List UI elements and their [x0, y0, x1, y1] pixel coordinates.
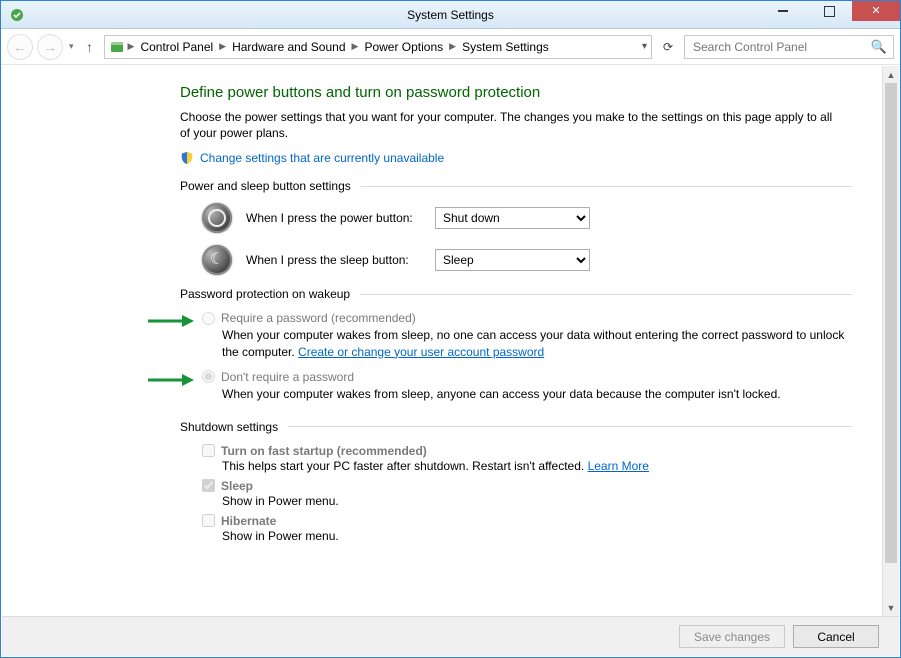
section-label: Shutdown settings: [180, 420, 278, 434]
fast-startup-checkbox[interactable]: [202, 444, 215, 457]
back-button[interactable]: ←: [7, 34, 33, 60]
control-panel-icon: [109, 39, 125, 55]
sleep-button-label: When I press the sleep button:: [246, 253, 421, 267]
section-power-sleep: Power and sleep button settings: [180, 179, 852, 193]
breadcrumb-dropdown-icon[interactable]: ▾: [642, 41, 647, 52]
scroll-down-icon[interactable]: ▼: [883, 599, 899, 616]
section-password: Password protection on wakeup: [180, 287, 852, 301]
power-icon: [202, 203, 232, 233]
sleep-checkbox[interactable]: [202, 479, 215, 492]
dont-require-password-radio[interactable]: [202, 370, 215, 383]
search-box[interactable]: 🔍: [684, 35, 894, 59]
fast-startup-desc-text: This helps start your PC faster after sh…: [222, 459, 588, 473]
cancel-button[interactable]: Cancel: [793, 625, 879, 648]
breadcrumb-item[interactable]: Control Panel: [137, 40, 216, 54]
search-input[interactable]: [691, 39, 871, 55]
learn-more-link[interactable]: Learn More: [588, 459, 649, 473]
fast-startup-label: Turn on fast startup (recommended): [221, 444, 427, 458]
sleep-desc: Show in Power menu.: [222, 494, 852, 508]
forward-button[interactable]: →: [37, 34, 63, 60]
breadcrumb-item[interactable]: System Settings: [459, 40, 552, 54]
sleep-label: Sleep: [221, 479, 253, 493]
divider: [361, 186, 852, 187]
section-shutdown: Shutdown settings: [180, 420, 852, 434]
require-password-desc: When your computer wakes from sleep, no …: [222, 327, 852, 359]
breadcrumb-item[interactable]: Power Options: [361, 40, 446, 54]
breadcrumb-sep-icon: ▶: [448, 41, 457, 52]
breadcrumb-sep-icon: ▶: [218, 41, 227, 52]
sleep-option: Sleep Show in Power menu.: [202, 479, 852, 508]
breadcrumb-sep-icon: ▶: [351, 41, 360, 52]
refresh-button[interactable]: ⟳: [656, 35, 680, 59]
hibernate-desc: Show in Power menu.: [222, 529, 852, 543]
breadcrumb-item[interactable]: Hardware and Sound: [229, 40, 348, 54]
annotation-arrow-icon: [146, 372, 194, 388]
change-settings-link[interactable]: Change settings that are currently unava…: [200, 151, 444, 165]
dont-require-password-label: Don't require a password: [221, 370, 354, 384]
dont-require-password-desc: When your computer wakes from sleep, any…: [222, 386, 852, 402]
up-button[interactable]: ↑: [80, 39, 100, 55]
sleep-button-select[interactable]: Sleep: [435, 249, 590, 271]
require-password-radio[interactable]: [202, 312, 215, 325]
fast-startup-desc: This helps start your PC faster after sh…: [222, 459, 852, 473]
hibernate-label: Hibernate: [221, 514, 276, 528]
app-icon: [9, 7, 25, 23]
create-password-link[interactable]: Create or change your user account passw…: [298, 345, 544, 359]
section-label: Power and sleep button settings: [180, 179, 351, 193]
action-bar: Save changes Cancel: [2, 616, 899, 656]
divider: [288, 426, 852, 427]
divider: [360, 294, 852, 295]
save-button[interactable]: Save changes: [679, 625, 785, 648]
search-icon: 🔍: [871, 39, 887, 55]
scroll-thumb[interactable]: [885, 83, 897, 563]
scroll-up-icon[interactable]: ▲: [883, 66, 899, 83]
vertical-scrollbar[interactable]: ▲ ▼: [882, 66, 899, 616]
dont-require-password-option: Don't require a password When your compu…: [202, 370, 852, 402]
close-button[interactable]: [852, 1, 900, 21]
power-button-row: When I press the power button: Shut down: [202, 203, 852, 233]
sleep-icon: [202, 245, 232, 275]
section-label: Password protection on wakeup: [180, 287, 350, 301]
annotation-arrow-icon: [146, 313, 194, 329]
require-password-option: Require a password (recommended) When yo…: [202, 311, 852, 359]
fast-startup-option: Turn on fast startup (recommended) This …: [202, 444, 852, 473]
hibernate-checkbox[interactable]: [202, 514, 215, 527]
require-password-label: Require a password (recommended): [221, 311, 416, 325]
power-button-label: When I press the power button:: [246, 211, 421, 225]
sleep-button-row: When I press the sleep button: Sleep: [202, 245, 852, 275]
breadcrumb-sep-icon: ▶: [127, 41, 136, 52]
window-controls: [760, 1, 900, 21]
power-button-select[interactable]: Shut down: [435, 207, 590, 229]
hibernate-option: Hibernate Show in Power menu.: [202, 514, 852, 543]
content-pane: Define power buttons and turn on passwor…: [2, 66, 882, 616]
explorer-toolbar: ← → ▾ ↑ ▶ Control Panel ▶ Hardware and S…: [1, 29, 900, 65]
minimize-button[interactable]: [760, 1, 806, 21]
window-titlebar: System Settings: [1, 1, 900, 29]
page-intro: Choose the power settings that you want …: [180, 109, 840, 141]
maximize-button[interactable]: [806, 1, 852, 21]
uac-shield-icon: [180, 151, 194, 165]
page-heading: Define power buttons and turn on passwor…: [180, 84, 852, 101]
history-dropdown-icon[interactable]: ▾: [69, 41, 74, 52]
breadcrumb[interactable]: ▶ Control Panel ▶ Hardware and Sound ▶ P…: [104, 35, 652, 59]
